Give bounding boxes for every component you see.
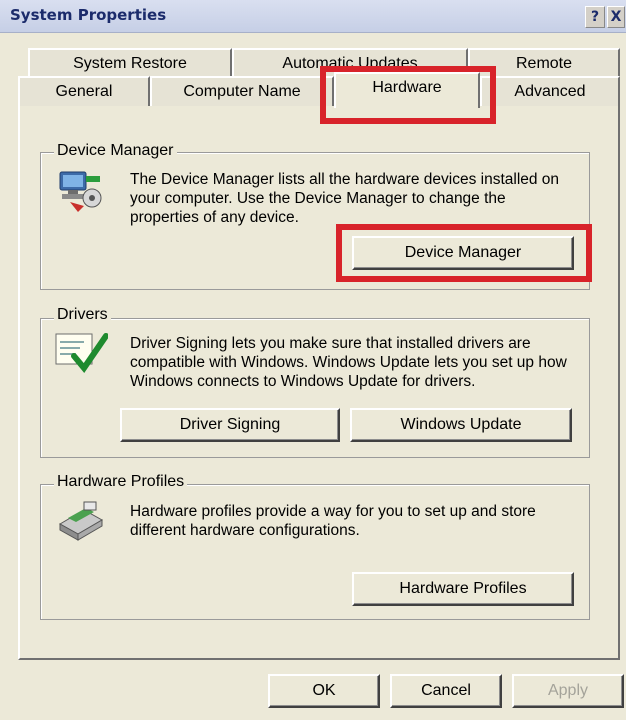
device-manager-description: The Device Manager lists all the hardwar… bbox=[130, 171, 560, 226]
device-manager-icon bbox=[56, 166, 106, 216]
drivers-description: Driver Signing lets you make sure that i… bbox=[130, 335, 567, 390]
driver-signing-button[interactable]: Driver Signing bbox=[120, 408, 340, 442]
windows-update-button[interactable]: Windows Update bbox=[350, 408, 572, 442]
hardware-profiles-icon bbox=[54, 498, 108, 544]
device-manager-group-title: Device Manager bbox=[54, 142, 177, 160]
cancel-button[interactable]: Cancel bbox=[390, 674, 502, 708]
close-button[interactable]: X bbox=[607, 6, 625, 28]
drivers-group-title: Drivers bbox=[54, 306, 111, 324]
tab-general[interactable]: General bbox=[18, 76, 150, 106]
tab-advanced[interactable]: Advanced bbox=[480, 76, 620, 106]
tab-system-restore[interactable]: System Restore bbox=[28, 48, 232, 78]
hardware-profiles-group-title: Hardware Profiles bbox=[54, 473, 188, 491]
help-button[interactable]: ? bbox=[585, 6, 605, 28]
hardware-profiles-description: Hardware profiles provide a way for you … bbox=[130, 503, 536, 539]
hardware-profiles-button[interactable]: Hardware Profiles bbox=[352, 572, 574, 606]
tab-computer-name[interactable]: Computer Name bbox=[150, 76, 334, 106]
apply-button[interactable]: Apply bbox=[512, 674, 624, 708]
title-bar: System Properties ? X bbox=[0, 0, 626, 33]
hardware-tab-highlight bbox=[320, 66, 496, 124]
driver-signing-icon bbox=[54, 330, 109, 374]
window-title: System Properties bbox=[10, 6, 167, 24]
device-manager-button-highlight bbox=[336, 224, 592, 282]
ok-button[interactable]: OK bbox=[268, 674, 380, 708]
